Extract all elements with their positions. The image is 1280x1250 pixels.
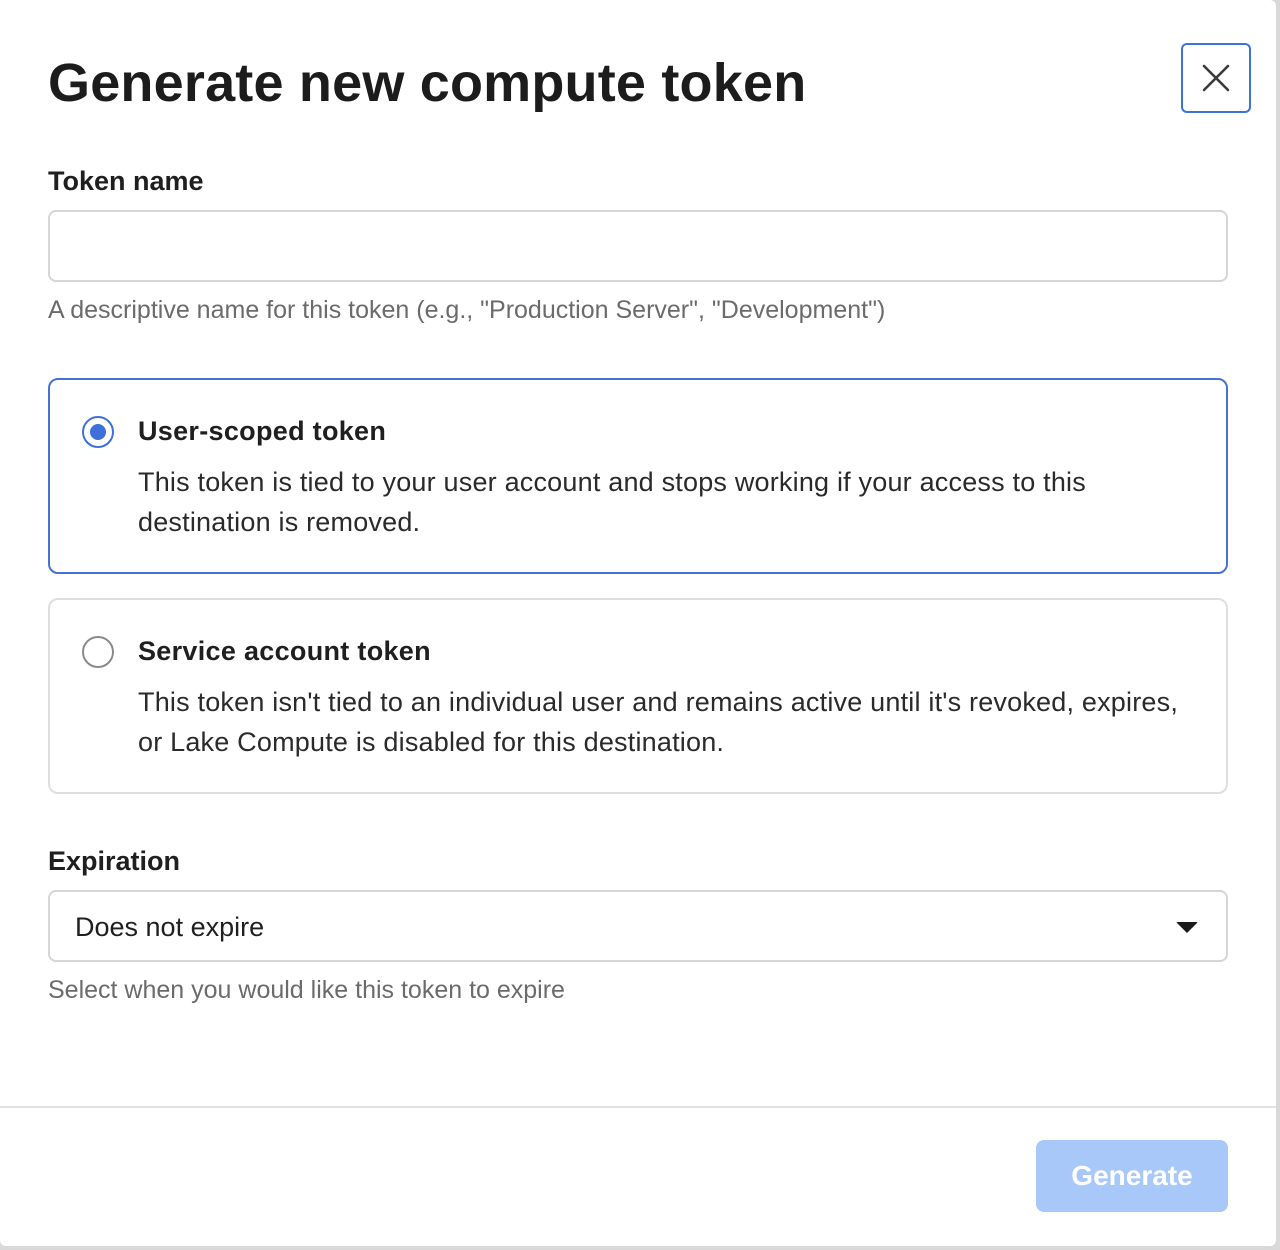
option-description: This token is tied to your user account … xyxy=(138,467,1086,537)
footer-divider xyxy=(0,1106,1276,1108)
expiration-helper: Select when you would like this token to… xyxy=(48,976,565,1004)
user-scoped-radio[interactable] xyxy=(82,416,114,448)
option-title: Service account token xyxy=(138,636,431,666)
token-name-helper: A descriptive name for this token (e.g.,… xyxy=(48,296,886,324)
service-account-token-option[interactable]: Service account token This token isn't t… xyxy=(48,598,1228,794)
generate-token-dialog: Generate new compute token Token name A … xyxy=(0,0,1276,1246)
option-title: User-scoped token xyxy=(138,416,387,446)
caret-down-icon xyxy=(1176,922,1198,933)
close-icon xyxy=(1202,64,1230,92)
close-button[interactable] xyxy=(1181,43,1251,113)
dialog-title: Generate new compute token xyxy=(48,53,807,113)
service-account-radio[interactable] xyxy=(82,636,114,668)
expiration-label: Expiration xyxy=(48,846,181,876)
generate-button[interactable]: Generate xyxy=(1036,1140,1228,1212)
token-name-input[interactable] xyxy=(48,210,1228,282)
token-name-label: Token name xyxy=(48,166,204,196)
expiration-selected-value: Does not expire xyxy=(75,912,265,942)
option-description: This token isn't tied to an individual u… xyxy=(138,687,1179,757)
user-scoped-token-option[interactable]: User-scoped token This token is tied to … xyxy=(48,378,1228,574)
expiration-select[interactable]: Does not expire xyxy=(48,890,1228,962)
